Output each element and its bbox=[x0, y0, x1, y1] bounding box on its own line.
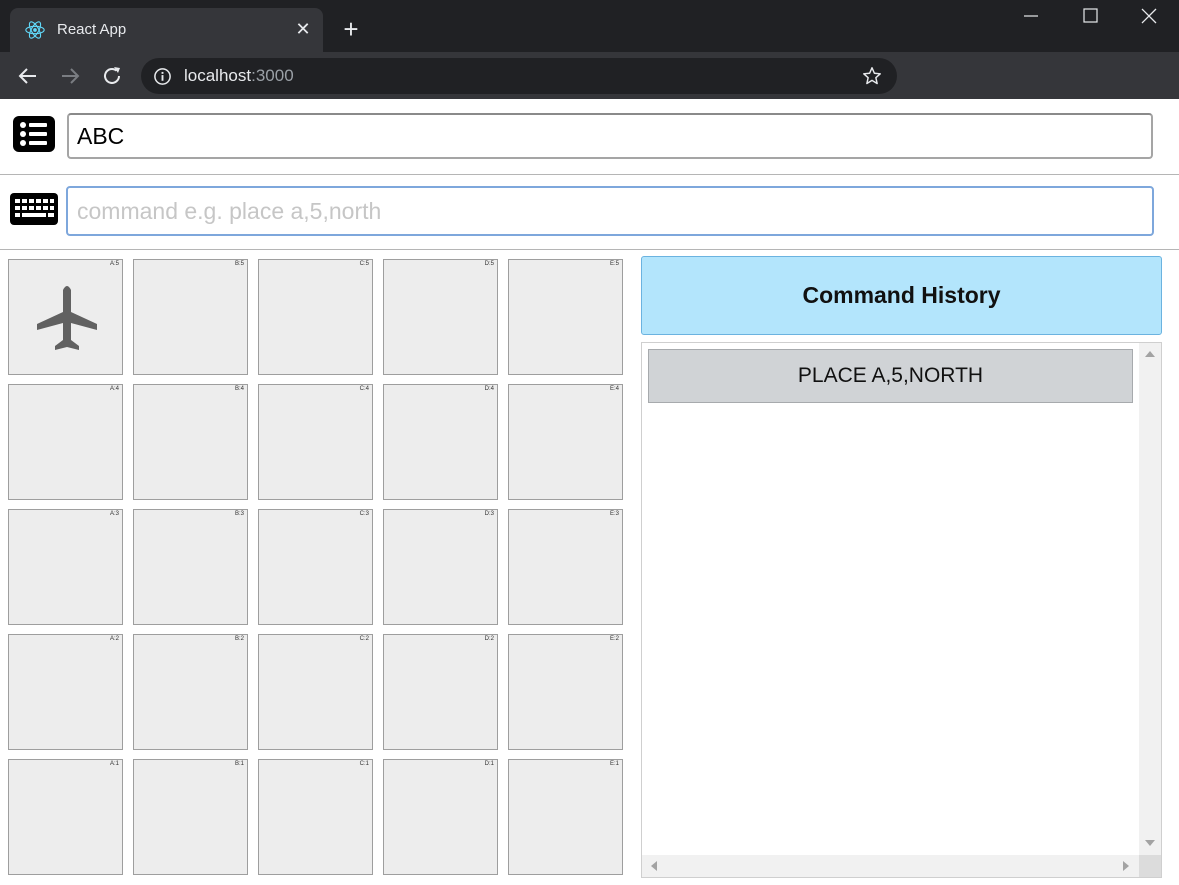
cell-label: A:1 bbox=[109, 761, 119, 767]
command-input[interactable] bbox=[66, 186, 1154, 236]
grid-cell[interactable]: E:1 bbox=[508, 759, 623, 875]
cell-label: B:3 bbox=[234, 511, 244, 517]
cell-label: D:2 bbox=[484, 636, 494, 642]
cell-label: A:4 bbox=[109, 386, 119, 392]
cell-label: E:1 bbox=[609, 761, 619, 767]
info-icon[interactable] bbox=[153, 67, 172, 86]
keyboard-icon bbox=[10, 193, 58, 225]
cell-label: D:4 bbox=[484, 386, 494, 392]
cell-label: B:1 bbox=[234, 761, 244, 767]
grid-cell[interactable]: E:2 bbox=[508, 634, 623, 750]
react-logo-icon bbox=[25, 21, 45, 39]
cell-label: A:3 bbox=[109, 511, 119, 517]
grid-cell[interactable]: A:4 bbox=[8, 384, 123, 500]
cell-label: A:5 bbox=[109, 261, 119, 267]
cell-label: C:4 bbox=[359, 386, 369, 392]
minimize-icon[interactable] bbox=[1002, 0, 1060, 34]
grid-cell[interactable]: D:5 bbox=[383, 259, 498, 375]
grid-cell[interactable]: B:3 bbox=[133, 509, 248, 625]
scroll-right-icon[interactable] bbox=[1123, 861, 1129, 871]
grid-cell[interactable]: A:2 bbox=[8, 634, 123, 750]
grid-cell[interactable]: D:2 bbox=[383, 634, 498, 750]
horizontal-scrollbar[interactable] bbox=[642, 855, 1139, 877]
cell-label: E:5 bbox=[609, 261, 619, 267]
history-item[interactable]: PLACE A,5,NORTH bbox=[648, 349, 1133, 403]
grid-cell[interactable]: B:4 bbox=[133, 384, 248, 500]
scrollbar-corner bbox=[1139, 855, 1161, 877]
url-host: localhost bbox=[184, 66, 252, 85]
app-page: A:5 B:5 C:5 D:5 E:5 A:4 B:4 C:4 D:4 E:4 A:3 B:3 C:3 D… bbox=[0, 99, 1179, 885]
grid-cell[interactable]: E:5 bbox=[508, 259, 623, 375]
maximize-icon[interactable] bbox=[1061, 0, 1119, 34]
grid-cell[interactable]: E:4 bbox=[508, 384, 623, 500]
grid-cell[interactable]: D:4 bbox=[383, 384, 498, 500]
browser-tab[interactable]: React App ✕ bbox=[10, 8, 323, 52]
cell-label: E:2 bbox=[609, 636, 619, 642]
scroll-down-icon[interactable] bbox=[1145, 840, 1155, 846]
divider bbox=[0, 249, 1179, 250]
arrow-right-icon[interactable] bbox=[55, 61, 85, 91]
cell-label: C:5 bbox=[359, 261, 369, 267]
scroll-left-icon[interactable] bbox=[651, 861, 657, 871]
board-grid: A:5 B:5 C:5 D:5 E:5 A:4 B:4 C:4 D:4 E:4 A:3 B:3 C:3 D… bbox=[8, 259, 623, 875]
cell-label: B:4 bbox=[234, 386, 244, 392]
grid-cell[interactable]: D:3 bbox=[383, 509, 498, 625]
grid-cell[interactable]: B:1 bbox=[133, 759, 248, 875]
tab-title: React App bbox=[57, 21, 127, 38]
browser-titlebar: React App ✕ + bbox=[0, 0, 1179, 52]
history-title: Command History bbox=[641, 256, 1162, 335]
list-icon bbox=[13, 116, 55, 152]
grid-cell[interactable]: B:5 bbox=[133, 259, 248, 375]
star-icon[interactable] bbox=[861, 65, 883, 87]
grid-cell[interactable]: C:2 bbox=[258, 634, 373, 750]
airplane-icon bbox=[37, 286, 97, 350]
grid-cell[interactable]: A:1 bbox=[8, 759, 123, 875]
cell-label: C:2 bbox=[359, 636, 369, 642]
arrow-left-icon[interactable] bbox=[13, 61, 43, 91]
grid-cell[interactable]: E:3 bbox=[508, 509, 623, 625]
grid-cell[interactable]: B:2 bbox=[133, 634, 248, 750]
reload-icon[interactable] bbox=[97, 61, 127, 91]
history-panel: PLACE A,5,NORTH bbox=[641, 342, 1162, 878]
grid-cell[interactable]: A:5 bbox=[8, 259, 123, 375]
cell-label: C:3 bbox=[359, 511, 369, 517]
cell-label: B:2 bbox=[234, 636, 244, 642]
cell-label: D:1 bbox=[484, 761, 494, 767]
url-text: localhost:3000 bbox=[184, 66, 294, 86]
cell-label: B:5 bbox=[234, 261, 244, 267]
close-icon[interactable]: ✕ bbox=[291, 17, 315, 41]
browser-toolbar: localhost:3000 bbox=[0, 52, 1179, 99]
divider bbox=[0, 174, 1179, 175]
grid-cell[interactable]: C:3 bbox=[258, 509, 373, 625]
url-port: :3000 bbox=[251, 66, 294, 85]
cell-label: A:2 bbox=[109, 636, 119, 642]
address-bar[interactable]: localhost:3000 bbox=[141, 58, 897, 94]
grid-cell[interactable]: A:3 bbox=[8, 509, 123, 625]
cell-label: E:3 bbox=[609, 511, 619, 517]
cell-label: D:3 bbox=[484, 511, 494, 517]
plus-icon[interactable]: + bbox=[337, 16, 365, 44]
scroll-up-icon[interactable] bbox=[1145, 351, 1155, 357]
grid-cell[interactable]: C:5 bbox=[258, 259, 373, 375]
cell-label: E:4 bbox=[609, 386, 619, 392]
vertical-scrollbar[interactable] bbox=[1139, 343, 1161, 855]
window-close-icon[interactable] bbox=[1120, 0, 1178, 34]
grid-cell[interactable]: C:1 bbox=[258, 759, 373, 875]
grid-cell[interactable]: D:1 bbox=[383, 759, 498, 875]
name-input[interactable] bbox=[67, 113, 1153, 159]
cell-label: C:1 bbox=[359, 761, 369, 767]
grid-cell[interactable]: C:4 bbox=[258, 384, 373, 500]
cell-label: D:5 bbox=[484, 261, 494, 267]
